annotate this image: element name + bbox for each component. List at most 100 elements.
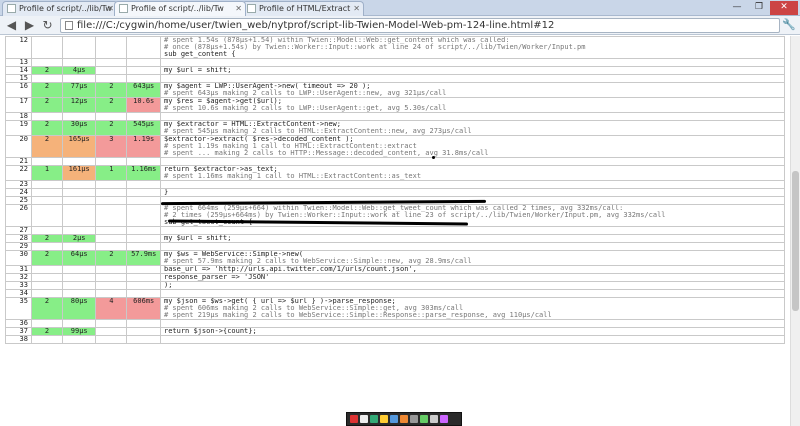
- minimize-icon[interactable]: —: [726, 1, 748, 15]
- line-number: 34: [5, 289, 32, 298]
- source-code: return $extractor->as_text; # spent 1.16…: [159, 165, 786, 181]
- source-code: my $json = $ws->get( { url => $url } )->…: [159, 297, 786, 320]
- scrollbar[interactable]: [790, 36, 800, 426]
- app-icon[interactable]: [440, 415, 448, 423]
- tab-profile-3[interactable]: Profile of HTML/Extract ✕: [242, 1, 364, 16]
- page-icon: [7, 4, 16, 13]
- address-text: file:///C:/cygwin/home/user/twien_web/ny…: [77, 20, 555, 31]
- tab-profile-1[interactable]: Profile of script/../lib/Tw ✕: [2, 1, 118, 16]
- subs-calls: [95, 289, 128, 298]
- subs-time: [126, 66, 161, 75]
- statements-count: 2: [30, 327, 64, 336]
- app-icon[interactable]: [420, 415, 428, 423]
- tab-profile-2[interactable]: Profile of script/../lib/Tw ✕: [114, 1, 246, 16]
- subs-calls: [95, 66, 128, 75]
- line-number: 32: [5, 273, 32, 282]
- subs-time: 1.19s: [126, 135, 161, 158]
- exclusive-time: [62, 335, 97, 344]
- code-line: base_url => 'http://urls.api.twitter.com…: [163, 265, 417, 273]
- statements-count: [30, 58, 64, 67]
- exclusive-time: 165µs: [62, 135, 97, 158]
- line-number: 16: [5, 82, 32, 98]
- subs-time: [126, 74, 161, 83]
- subs-calls: [95, 273, 128, 282]
- subs-calls: [95, 281, 128, 290]
- statements-count: [30, 196, 64, 205]
- statements-count: [30, 226, 64, 235]
- code-line: response_parser => 'JSON': [163, 273, 270, 281]
- address-bar[interactable]: file:///C:/cygwin/home/user/twien_web/ny…: [60, 18, 780, 33]
- line-number: 30: [5, 250, 32, 266]
- exclusive-time: [62, 242, 97, 251]
- subs-time: [126, 188, 161, 197]
- app-icon[interactable]: [430, 415, 438, 423]
- statements-count: [30, 265, 64, 274]
- source-code: );: [159, 281, 786, 290]
- maximize-icon[interactable]: ❐: [748, 1, 770, 15]
- source-code: [159, 74, 786, 83]
- subs-time: [126, 157, 161, 166]
- table-row: 20 2 165µs 3 1.19s $extractor->extract( $res…: [5, 135, 786, 158]
- line-number: 33: [5, 281, 32, 290]
- code-line: sub get_content {: [163, 50, 236, 58]
- code-line: # spent 10.6s making 2 calls to LWP::Use…: [163, 104, 447, 112]
- exclusive-time: 12µs: [62, 97, 97, 113]
- app-icon[interactable]: [390, 415, 398, 423]
- subs-time: [126, 180, 161, 189]
- table-row: 17 2 12µs 2 10.6s my $res = $agent->get($url…: [5, 97, 786, 113]
- subs-time: 1.16ms: [126, 165, 161, 181]
- table-row: 16 2 77µs 2 643µs my $agent = LWP::UserAgent…: [5, 82, 786, 98]
- line-number: 29: [5, 242, 32, 251]
- reload-icon[interactable]: ↻: [40, 18, 55, 33]
- line-number: 38: [5, 335, 32, 344]
- scrollbar-thumb[interactable]: [792, 171, 799, 311]
- page-icon: [247, 4, 256, 13]
- line-number: 28: [5, 234, 32, 243]
- statements-count: [30, 335, 64, 344]
- exclusive-time: 77µs: [62, 82, 97, 98]
- code-line: # spent 219µs making 2 calls to WebServi…: [163, 311, 552, 319]
- line-number: 35: [5, 297, 32, 320]
- exclusive-time: [62, 319, 97, 328]
- wrench-icon[interactable]: 🔧: [782, 18, 796, 33]
- app-icon[interactable]: [360, 415, 368, 423]
- exclusive-time: 64µs: [62, 250, 97, 266]
- table-row: 31 base_url => 'http://urls.api.twitter.…: [5, 265, 786, 274]
- code-line: # once (878µs+1.54s) by Twien::Worker::I…: [163, 43, 586, 51]
- line-number: 36: [5, 319, 32, 328]
- subs-calls: 2: [95, 97, 128, 113]
- close-window-icon[interactable]: ✕: [770, 1, 798, 15]
- page-content: 12 # spent 1.54s (878µs+1.54) within Twie…: [0, 36, 790, 426]
- subs-calls: [95, 112, 128, 121]
- line-number: 26: [5, 204, 32, 227]
- subs-calls: [95, 265, 128, 274]
- statements-count: [30, 112, 64, 121]
- exclusive-time: 80µs: [62, 297, 97, 320]
- app-icon[interactable]: [350, 415, 358, 423]
- forward-icon[interactable]: ▶: [22, 18, 37, 33]
- close-tab-icon[interactable]: ✕: [107, 2, 114, 15]
- back-icon[interactable]: ◀: [4, 18, 19, 33]
- subs-calls: [95, 196, 128, 205]
- app-icon[interactable]: [370, 415, 378, 423]
- subs-time: [126, 289, 161, 298]
- close-tab-icon[interactable]: ✕: [353, 2, 360, 15]
- exclusive-time: [62, 36, 97, 59]
- app-icon[interactable]: [380, 415, 388, 423]
- line-number: 15: [5, 74, 32, 83]
- subs-time: [126, 242, 161, 251]
- app-icon[interactable]: [400, 415, 408, 423]
- statements-count: 2: [30, 66, 64, 75]
- app-icon[interactable]: [410, 415, 418, 423]
- subs-calls: 3: [95, 135, 128, 158]
- close-tab-icon[interactable]: ✕: [235, 2, 242, 15]
- statements-count: [30, 36, 64, 59]
- table-row: 30 2 64µs 2 57.9ms my $ws = WebService::Simp…: [5, 250, 786, 266]
- source-code: my $extractor = HTML::ExtractContent->ne…: [159, 120, 786, 136]
- exclusive-time: [62, 74, 97, 83]
- code-line: );: [163, 281, 173, 289]
- subs-calls: [95, 157, 128, 166]
- code-line: # 2 times (259µs+664ms) by Twien::Worker…: [163, 211, 666, 219]
